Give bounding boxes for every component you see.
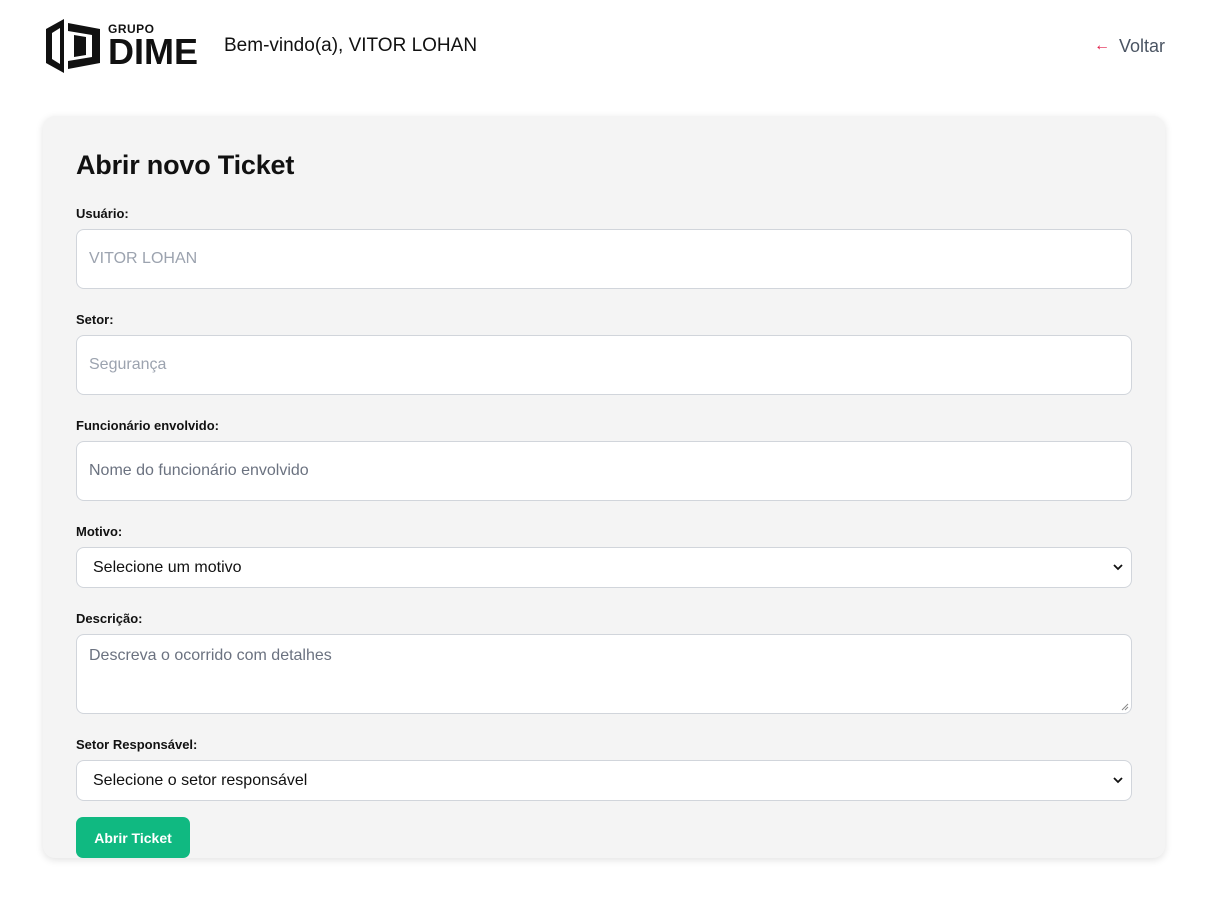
setor-group: Setor: Segurança [76, 312, 1132, 395]
abrir-ticket-button[interactable]: Abrir Ticket [76, 817, 190, 858]
welcome-text: Bem-vindo(a), VITOR LOHAN [224, 35, 478, 56]
funcionario-label: Funcionário envolvido: [76, 418, 220, 433]
usuario-field[interactable]: VITOR LOHAN [76, 229, 1132, 289]
funcionario-group: Funcionário envolvido: [76, 418, 1132, 501]
form-title: Abrir novo Ticket [76, 150, 295, 180]
descricao-label: Descrição: [76, 611, 143, 626]
resize-handle-icon[interactable] [1120, 702, 1129, 711]
motivo-selected: Selecione um motivo [93, 558, 242, 576]
chevron-down-icon [1113, 777, 1123, 784]
funcionario-input[interactable] [76, 441, 1132, 501]
usuario-label: Usuário: [76, 206, 129, 221]
ticket-form-card: Abrir novo Ticket Usuário: VITOR LOHAN S… [43, 116, 1165, 858]
motivo-select[interactable]: Selecione um motivo [76, 547, 1132, 588]
setor-responsavel-group: Setor Responsável: Selecione o setor res… [76, 737, 1132, 801]
logo-big-text: DIME [108, 30, 198, 72]
setor-label: Setor: [76, 312, 114, 327]
motivo-label: Motivo: [76, 524, 123, 539]
descricao-textarea[interactable]: Descreva o ocorrido com detalhes [76, 634, 1132, 714]
grupo-dime-logo: GRUPO DIME [46, 15, 198, 77]
setor-responsavel-select[interactable]: Selecione o setor responsável [76, 760, 1132, 801]
descricao-placeholder: Descreva o ocorrido com detalhes [89, 647, 332, 664]
dime-logo-icon [46, 19, 100, 73]
setor-responsavel-selected: Selecione o setor responsável [93, 771, 308, 789]
setor-responsavel-label: Setor Responsável: [76, 737, 198, 752]
back-label: Voltar [1118, 35, 1165, 56]
usuario-group: Usuário: VITOR LOHAN [76, 206, 1132, 289]
descricao-group: Descrição: Descreva o ocorrido com detal… [76, 611, 1132, 714]
header: GRUPO DIME Bem-vindo(a), VITOR LOHAN ← V… [46, 14, 1165, 78]
motivo-group: Motivo: Selecione um motivo [76, 524, 1132, 588]
chevron-down-icon [1113, 564, 1123, 571]
setor-field[interactable]: Segurança [76, 335, 1132, 395]
arrow-left-icon: ← [1093, 37, 1110, 54]
back-link[interactable]: ← Voltar [1094, 36, 1165, 57]
